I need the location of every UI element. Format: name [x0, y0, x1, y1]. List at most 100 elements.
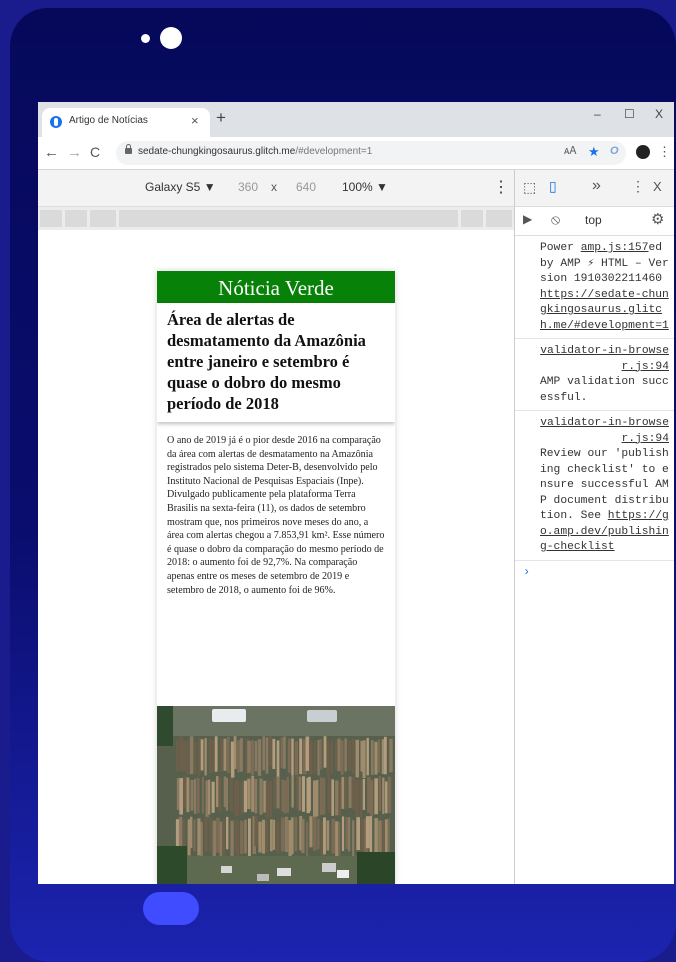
log-shape [265, 820, 268, 853]
log-shape [257, 739, 262, 776]
log-shape [385, 781, 388, 814]
log-shape [283, 736, 286, 769]
log-shape [243, 780, 247, 813]
source-link[interactable]: validator-in-browser.js:94 [540, 417, 669, 445]
log-shape [258, 821, 262, 853]
maximize-button[interactable]: ☐ [624, 107, 635, 121]
log-shape [190, 780, 194, 811]
log-shape [370, 779, 374, 816]
log-shape [377, 739, 381, 773]
log-shape [287, 738, 291, 773]
source-link[interactable]: amp.js:157 [581, 242, 649, 254]
minimize-button[interactable]: – [594, 107, 601, 121]
console-message: validator-in-browser.js:94 AMP validatio… [515, 339, 674, 411]
clear-console-icon[interactable]: ⦸ [551, 211, 560, 228]
log-shape [344, 738, 347, 772]
url-field[interactable]: sedate-chungkingosaurus.glitch.me/#devel… [116, 141, 626, 165]
log-shape [283, 780, 287, 814]
log-shape [384, 736, 387, 775]
device-toggle-icon[interactable]: ▯ [549, 178, 557, 195]
log-shape [341, 776, 345, 809]
device-select[interactable]: Galaxy S5 ▼ [145, 180, 216, 194]
sidebar-toggle-icon[interactable]: ▶ [523, 212, 532, 226]
log-shape [280, 737, 284, 769]
log-shape [175, 819, 180, 850]
translate-icon[interactable]: 🗚 [564, 145, 576, 158]
media-query-segment[interactable] [65, 210, 87, 227]
console-prompt-row[interactable]: › [515, 561, 674, 585]
log-shape [226, 816, 229, 850]
console-toolbar: ▶ ⦸ top ⚙ [515, 207, 674, 236]
lock-icon [125, 144, 132, 154]
media-query-segment[interactable] [90, 210, 116, 227]
log-shape [183, 776, 187, 808]
log-shape [190, 816, 193, 849]
log-shape [367, 777, 371, 813]
context-select[interactable]: top [585, 213, 602, 227]
log-shape [209, 817, 212, 852]
device-toolbar-menu[interactable]: ⋮ [493, 177, 509, 197]
log-shape [291, 817, 294, 855]
home-button[interactable] [143, 892, 199, 925]
url-text: sedate-chungkingosaurus.glitch.me/#devel… [138, 146, 373, 157]
log-shape [193, 741, 197, 776]
forward-arrow-icon[interactable]: → [67, 144, 82, 161]
log-shape [209, 738, 212, 774]
log-shape [374, 741, 378, 775]
log-shape [268, 736, 272, 767]
source-link[interactable]: validator-in-browser.js:94 [540, 345, 669, 373]
log-shape [291, 776, 294, 808]
profile-avatar-icon[interactable] [636, 145, 650, 159]
log-shape [176, 778, 180, 810]
viewport-width[interactable]: 360 [238, 180, 258, 194]
devtools-close-button[interactable]: X [653, 179, 662, 194]
log-shape [186, 740, 189, 775]
log-shape [208, 779, 211, 815]
log-shape [305, 736, 310, 771]
log-shape [387, 818, 390, 854]
log-shape [294, 817, 298, 852]
log-shape [230, 820, 234, 857]
console-url-link[interactable]: https://sedate-chungkingosaurus.glitch.m… [540, 289, 669, 332]
media-query-segment[interactable] [461, 210, 483, 227]
log-shape [382, 777, 385, 814]
viewport-height[interactable]: 640 [296, 180, 316, 194]
log-shape [374, 818, 378, 855]
bookmark-star-icon[interactable]: ★ [588, 144, 600, 160]
log-shape [309, 740, 313, 775]
log-shape [360, 819, 364, 852]
log-shape [272, 819, 276, 850]
reload-icon[interactable]: C [90, 144, 100, 160]
log-shape [254, 779, 258, 814]
log-shape [299, 738, 303, 775]
extension-icon[interactable]: O [610, 145, 619, 157]
log-shape [200, 739, 204, 771]
log-shape [323, 817, 326, 855]
log-shape [219, 821, 223, 858]
log-shape [356, 817, 360, 851]
amp-favicon-icon [50, 116, 62, 128]
media-query-segment[interactable] [119, 210, 458, 227]
tab-close-button[interactable]: × [191, 113, 199, 128]
new-tab-button[interactable]: + [216, 108, 226, 128]
devtools-menu-button[interactable]: ⋮ [631, 178, 645, 195]
log-shape [338, 821, 341, 856]
more-tabs-button[interactable]: » [592, 177, 601, 195]
media-query-segment[interactable] [40, 210, 62, 227]
log-shape [348, 776, 352, 808]
log-shape [374, 778, 378, 815]
inspect-element-icon[interactable]: ⬚ [523, 179, 536, 196]
close-window-button[interactable]: X [655, 107, 663, 121]
log-shape [348, 740, 352, 771]
back-arrow-icon[interactable]: ← [44, 144, 59, 161]
log-shape [212, 739, 215, 772]
log-shape [308, 776, 311, 811]
zoom-select[interactable]: 100% ▼ [342, 180, 388, 194]
browser-menu-icon[interactable]: ⋮ [658, 144, 671, 160]
media-query-segment[interactable] [486, 210, 512, 227]
settings-gear-icon[interactable]: ⚙ [651, 210, 664, 228]
site-brand[interactable]: Nóticia Verde [157, 271, 395, 303]
log-shape [214, 736, 218, 772]
log-shape [211, 781, 215, 813]
browser-tab[interactable]: Artigo de Notícias × [42, 108, 210, 137]
